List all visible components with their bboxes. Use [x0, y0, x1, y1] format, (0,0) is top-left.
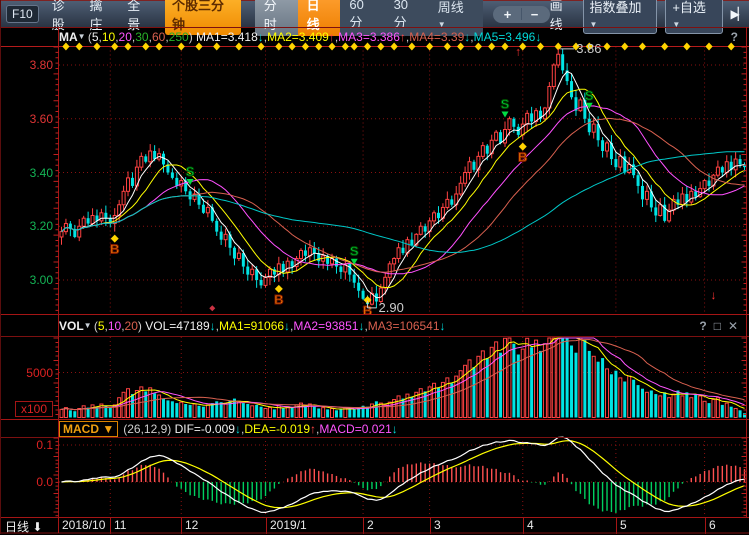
- indicator-value: MA3=3.386: [338, 30, 400, 44]
- vol-indicator-row: VOL▼ (5,10,20) VOL=47189 ↓ ,MA1=91066 ↓ …: [59, 316, 744, 335]
- macd-tick-label: 0.0: [1, 475, 53, 489]
- month-label: 3: [434, 518, 441, 532]
- month-separator: [705, 517, 706, 534]
- svg-text:S: S: [186, 164, 195, 179]
- trend-arrow: ↓: [440, 319, 446, 333]
- indicator-value: MA2=3.409: [267, 30, 329, 44]
- month-label: 5: [620, 518, 627, 532]
- zoom-in-button[interactable]: +: [495, 7, 521, 22]
- close-icon[interactable]: ✕: [728, 319, 738, 333]
- month-label: 4: [527, 518, 534, 532]
- param-value: 30: [135, 30, 148, 44]
- svg-text:↓: ↓: [710, 288, 716, 302]
- indicator-value: MA1=91066: [219, 319, 284, 333]
- price-tick-label: 3.00: [1, 273, 53, 287]
- month-label: 11: [114, 518, 126, 532]
- svg-text:S: S: [585, 88, 594, 103]
- indicator-value: VOL=47189: [145, 319, 209, 333]
- month-separator: [110, 517, 111, 534]
- param-value: 250: [169, 30, 189, 44]
- help-icon[interactable]: ?: [699, 319, 706, 333]
- indicator-value: MACD=0.021: [319, 422, 391, 436]
- indicator-value: MA1=3.418: [196, 30, 258, 44]
- month-label: 12: [185, 518, 198, 532]
- paren: ): [138, 319, 145, 333]
- collapse-panel-icon[interactable]: ▶▏: [731, 7, 745, 21]
- chevron-down-icon[interactable]: ▼: [78, 32, 88, 41]
- volume-multiplier-label: x100: [15, 401, 53, 417]
- svg-text:B: B: [518, 150, 527, 165]
- month-separator: [616, 517, 617, 534]
- month-separator: [363, 517, 364, 534]
- indicator-value: MA2=93851: [293, 319, 358, 333]
- month-separator: [523, 517, 524, 534]
- indicator-dropdown[interactable]: MA: [59, 30, 78, 44]
- trend-arrow: ↓: [535, 30, 541, 44]
- macd-dropdown[interactable]: MACD ▼: [59, 421, 118, 437]
- help-icon[interactable]: ?: [731, 30, 738, 44]
- maximize-icon[interactable]: □: [714, 319, 721, 333]
- price-tick-label: 3.20: [1, 219, 53, 233]
- chevron-down-icon[interactable]: ▼: [84, 321, 94, 330]
- indicator-value: MA4=3.39: [409, 30, 464, 44]
- volume-tick-label: 5000: [1, 366, 53, 380]
- param-value: 10: [108, 319, 121, 333]
- indicator-value: DEA=-0.019: [244, 422, 310, 436]
- month-label: 2: [367, 518, 374, 532]
- indicator-params: (26,12,9): [123, 422, 174, 436]
- svg-text:S: S: [501, 97, 510, 112]
- top-toolbar: F10 诊股 擒庄 全景 个股三分钟 分时 日线 60分 30分 周线 ▼ + …: [1, 0, 749, 27]
- month-separator: [181, 517, 182, 534]
- svg-text:B: B: [274, 292, 283, 307]
- stock-app-window: F10 诊股 擒庄 全景 个股三分钟 分时 日线 60分 30分 周线 ▼ + …: [0, 0, 749, 534]
- month-label: 2019/1: [270, 518, 307, 532]
- month-label: 6: [709, 518, 716, 532]
- ma-indicator-row: MA▼ (5,10,20,30,60,250) MA1=3.418 ↓ ,MA2…: [59, 28, 744, 45]
- trend-arrow: ↓: [392, 422, 398, 436]
- month-separator: [430, 517, 431, 534]
- period-axis-selector[interactable]: 日线 ⬇: [5, 518, 42, 535]
- main-candlestick-chart[interactable]: BSBSBSBS3.862.90↑↓: [1, 27, 749, 314]
- price-tick-label: 3.40: [1, 166, 53, 180]
- price-tick-label: 3.60: [1, 112, 53, 126]
- month-label: 2018/10: [62, 518, 105, 532]
- svg-text:2.90: 2.90: [379, 300, 404, 314]
- macd-tick-label: 0.1: [1, 438, 53, 452]
- param-value: 20: [125, 319, 138, 333]
- param-value: 5: [92, 30, 99, 44]
- paren: ): [189, 30, 196, 44]
- month-separator: [266, 517, 267, 534]
- zoom-controls: + −: [493, 6, 550, 23]
- price-tick-label: 3.80: [1, 58, 53, 72]
- indicator-value: MA5=3.496: [474, 30, 536, 44]
- svg-text:↑: ↑: [515, 45, 521, 59]
- param-value: 5: [98, 319, 105, 333]
- zoom-out-button[interactable]: −: [522, 7, 548, 22]
- param-value: 20: [119, 30, 132, 44]
- date-axis: 日线 ⬇ 2018/10 11 12 2019/1 2 3 4 5 6: [1, 517, 749, 534]
- param-value: 60: [152, 30, 165, 44]
- indicator-value: DIF=-0.009: [175, 422, 235, 436]
- svg-text:B: B: [110, 242, 119, 257]
- svg-text:S: S: [350, 244, 359, 259]
- macd-indicator-row: MACD ▼(26,12,9) DIF=-0.009 ↓ ,DEA=-0.019…: [59, 421, 744, 437]
- indicator-value: MA3=106541: [368, 319, 440, 333]
- param-value: 10: [102, 30, 115, 44]
- f10-button[interactable]: F10: [6, 5, 39, 23]
- indicator-dropdown[interactable]: VOL: [59, 319, 84, 333]
